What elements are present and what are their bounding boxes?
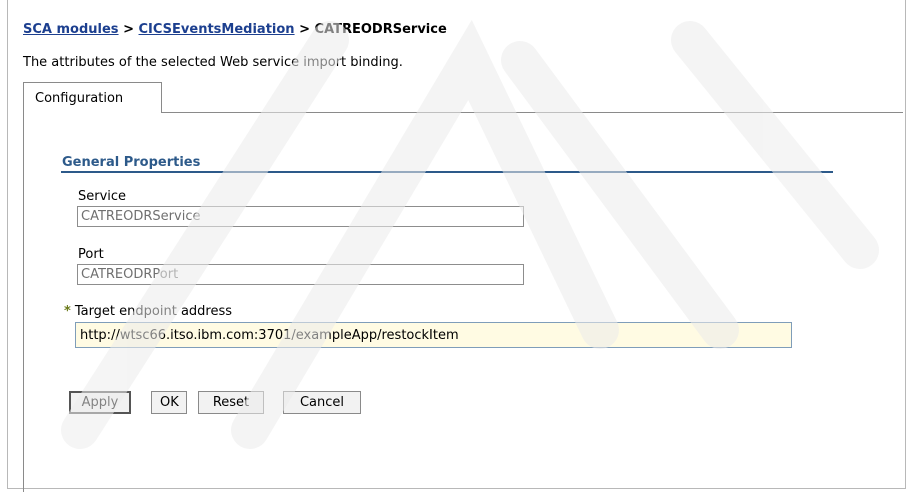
breadcrumb-link-sca-modules[interactable]: SCA modules: [23, 22, 119, 37]
service-field: CATREODRService: [77, 206, 524, 227]
endpoint-label: Target endpoint address: [74, 304, 233, 319]
target-endpoint-address-input[interactable]: [75, 322, 792, 348]
ok-button[interactable]: OK: [151, 391, 187, 414]
breadcrumb: SCA modules > CICSEventsMediation > CATR…: [23, 22, 447, 37]
service-label: Service: [78, 189, 127, 204]
section-divider: [61, 171, 833, 173]
tab-label: Configuration: [35, 91, 124, 106]
required-marker: *: [64, 304, 71, 319]
page-description: The attributes of the selected Web servi…: [23, 55, 403, 70]
breadcrumb-separator: >: [299, 22, 310, 37]
endpoint-label-row: * Target endpoint address: [64, 304, 232, 319]
tab-configuration[interactable]: Configuration: [23, 82, 162, 113]
port-label: Port: [78, 247, 104, 262]
apply-button[interactable]: Apply: [69, 391, 131, 414]
cancel-button[interactable]: Cancel: [283, 391, 361, 414]
section-title-general-properties: General Properties: [62, 155, 201, 170]
port-field: CATREODRPort: [77, 264, 524, 285]
breadcrumb-separator: >: [123, 22, 134, 37]
breadcrumb-link-cicseventsmediation[interactable]: CICSEventsMediation: [139, 22, 295, 37]
breadcrumb-current: CATREODRService: [314, 22, 447, 37]
reset-button[interactable]: Reset: [198, 391, 264, 414]
